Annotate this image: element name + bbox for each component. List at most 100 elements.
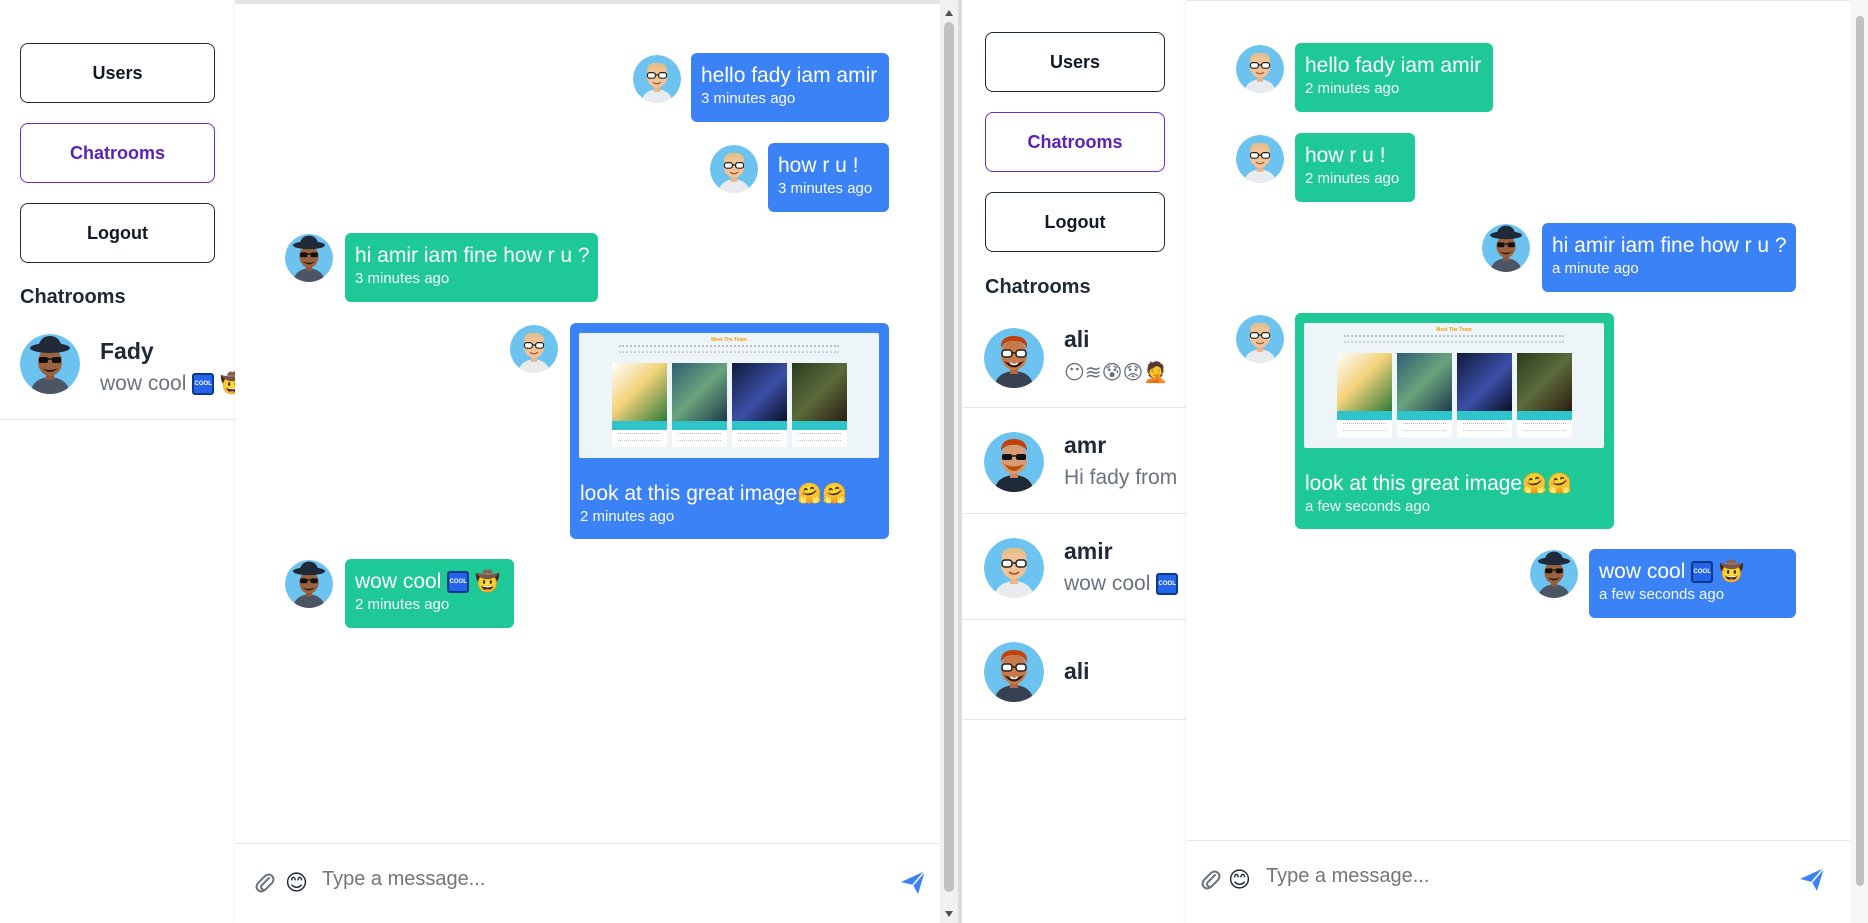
team-photo [1457,353,1512,411]
message-text: how r u ! [1305,144,1386,167]
team-card-text [1403,423,1446,431]
message-bubble: hello fady iam amir 3 minutes ago [691,53,889,122]
emoji-picker-icon[interactable]: 😊 [285,870,308,896]
message-text: hi amir iam fine how r u ? [355,244,590,267]
chatroom-name: ali [1064,658,1090,684]
team-photo [792,363,847,421]
scrollbar-thumb[interactable] [1856,16,1864,886]
avatar [285,234,333,282]
hugging-emoji: 🤗 [1547,473,1572,496]
chatroom-item-ali[interactable]: ali [962,620,1186,720]
team-card-text [1343,423,1386,431]
message-time: 2 minutes ago [580,508,675,525]
cool-emoji: COOL [1156,573,1179,596]
team-photo [1517,353,1572,411]
avatar [1236,315,1284,363]
image-message-bubble: Meet The Team look at this great image🤗🤗… [570,323,889,539]
emoji-picker-icon[interactable]: 😊 [1228,867,1251,893]
message-bubble: hello fady iam amir 2 minutes ago [1295,43,1493,112]
scrollbar-thumb[interactable] [944,22,954,892]
message-text: look at this great image [580,482,798,505]
send-icon[interactable] [1798,865,1826,893]
image-title: Meet The Team [711,337,747,343]
right-chat-area: hello fady iam amir 2 minutes ago how r … [1186,0,1850,923]
message-time: a few seconds ago [1305,498,1431,515]
message-caption: look at this great image🤗🤗 2 minutes ago [580,481,847,527]
image-title: Meet The Team [1436,327,1472,333]
left-scrollbar[interactable] [940,0,958,923]
message-input[interactable] [1266,865,1746,888]
logout-button[interactable]: Logout [985,192,1165,252]
team-card-band [612,421,667,430]
logout-button[interactable]: Logout [20,203,215,263]
message-time: 3 minutes ago [778,180,873,197]
right-sidebar: Users Chatrooms Logout Chatrooms ali 😶≋😰… [962,0,1186,923]
sidebar-title: Chatrooms [20,286,126,308]
cool-emoji: COOL [447,571,470,594]
message-bubble: hi amir iam fine how r u ? 3 minutes ago [345,233,598,302]
chatroom-item-ali[interactable]: ali 😶≋😰😟🤦 [962,302,1186,408]
team-card-band [1517,411,1572,420]
avatar [984,328,1044,388]
paperclip-icon[interactable] [255,872,275,900]
chatroom-last-message: wow cool COOL 🤠 [100,372,235,396]
team-card [1457,353,1512,437]
hugging-emoji: 🤗 [797,483,823,506]
last-message-text: wow cool [1064,572,1151,595]
send-icon[interactable] [899,868,927,896]
avatar [1236,135,1284,183]
avatar [285,560,333,608]
sidebar-title: Chatrooms [985,276,1091,298]
right-scrollbar[interactable] [1850,0,1868,923]
team-card [1517,353,1572,437]
message-bubble: how r u ! 2 minutes ago [1295,133,1415,202]
message-text: look at this great image [1305,472,1523,495]
team-photo [1337,353,1392,411]
message-input[interactable] [322,868,842,891]
shared-image[interactable]: Meet The Team [1304,323,1604,448]
chatroom-last-message: wow cool COOL [1064,572,1179,596]
team-card [792,363,847,447]
avatar [633,55,681,103]
team-card-text [738,433,781,441]
message-text: hello fady iam amir [1305,54,1482,77]
avatar [710,145,758,193]
chatroom-item-fady[interactable]: Fady wow cool COOL 🤠 [0,318,235,420]
chatrooms-button[interactable]: Chatrooms [20,123,215,183]
users-button[interactable]: Users [20,43,215,103]
message-bubble: how r u ! 3 minutes ago [768,143,889,212]
chatroom-item-amr[interactable]: amr Hi fady from [962,408,1186,514]
cowboy-emoji: 🤠 [220,373,235,395]
scroll-down-arrow[interactable] [945,911,953,917]
message-time: a few seconds ago [1599,586,1725,603]
team-photo [612,363,667,421]
chatroom-item-amir[interactable]: amir wow cool COOL [962,514,1186,620]
chatrooms-button[interactable]: Chatrooms [985,112,1165,172]
image-message-bubble: Meet The Team look at this great image🤗🤗… [1295,313,1614,529]
team-card-band [1397,411,1452,420]
shared-image[interactable]: Meet The Team [579,333,879,458]
team-photo [1397,353,1452,411]
message-bubble: hi amir iam fine how r u ? a minute ago [1542,223,1796,292]
paperclip-icon[interactable] [1201,869,1221,897]
right-browser-pane: Users Chatrooms Logout Chatrooms ali 😶≋😰… [962,0,1868,923]
chatroom-last-message: 😶≋😰😟🤦 [1064,362,1169,384]
team-card-text [1523,423,1566,431]
users-button[interactable]: Users [985,32,1165,92]
image-subtitle [1344,335,1564,343]
avatar [1236,45,1284,93]
image-subtitle [619,345,839,353]
cowboy-emoji: 🤠 [475,571,500,594]
message-time: 2 minutes ago [1305,170,1400,187]
message-bubble: wow cool COOL 🤠 2 minutes ago [345,559,514,628]
team-card-text [798,433,841,441]
team-photo [732,363,787,421]
chatroom-name: amir [1064,538,1113,564]
scroll-up-arrow[interactable] [945,10,953,16]
message-time: a minute ago [1552,260,1639,277]
message-time: 2 minutes ago [1305,80,1400,97]
chatroom-last-message: Hi fady from [1064,466,1178,489]
team-card-band [672,421,727,430]
left-sidebar: Users Chatrooms Logout Chatrooms Fady wo… [0,0,235,923]
team-card-band [1457,411,1512,420]
